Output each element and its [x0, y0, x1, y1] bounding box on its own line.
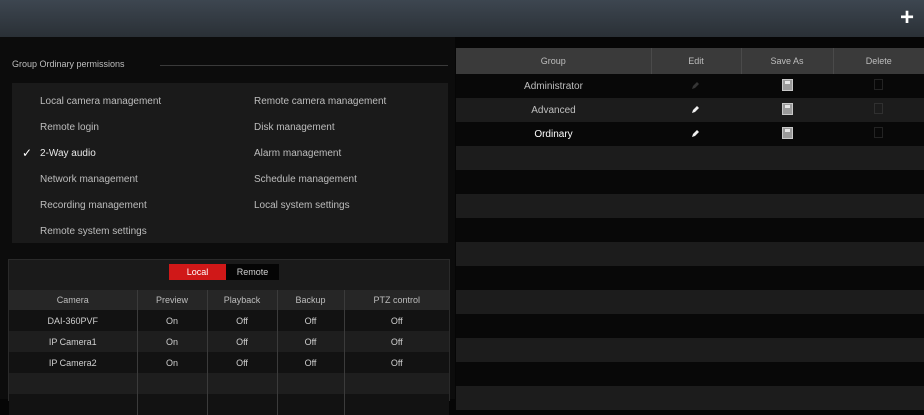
col-ptz-control[interactable]: PTZ control	[344, 290, 449, 310]
group-row-empty	[456, 338, 924, 362]
group-row-administrator[interactable]: Administrator	[456, 74, 924, 98]
col-playback[interactable]: Playback	[207, 290, 278, 310]
trash-icon[interactable]	[874, 103, 883, 114]
group-row-empty	[456, 146, 924, 170]
pencil-icon[interactable]	[692, 105, 700, 116]
group-row-empty	[456, 290, 924, 314]
preview-value[interactable]: On	[137, 310, 208, 331]
pencil-icon[interactable]	[692, 129, 700, 140]
table-row[interactable]: IP Camera1 On Off Off Off	[9, 331, 449, 352]
camera-permissions: Local Remote Camera Preview Playback Bac…	[8, 259, 450, 415]
ptz-value[interactable]: Off	[344, 352, 449, 373]
perm-2way-audio-label: 2-Way audio	[40, 148, 96, 159]
perm-network-management[interactable]: Network management	[40, 174, 138, 185]
preview-value[interactable]: On	[137, 352, 208, 373]
tab-local[interactable]: Local	[169, 264, 226, 280]
perm-alarm-management[interactable]: Alarm management	[254, 148, 341, 159]
permissions-title: Group Ordinary permissions	[12, 59, 125, 69]
perm-recording-management[interactable]: Recording management	[40, 200, 147, 211]
group-name[interactable]: Ordinary	[456, 122, 651, 146]
save-icon[interactable]	[781, 78, 793, 91]
group-name[interactable]: Administrator	[456, 74, 651, 98]
group-panel: Group Edit Save As Delete Administrator …	[456, 48, 924, 410]
perm-remote-login[interactable]: Remote login	[40, 122, 99, 133]
perm-disk-management[interactable]: Disk management	[254, 122, 335, 133]
col-preview[interactable]: Preview	[137, 290, 208, 310]
perm-schedule-management[interactable]: Schedule management	[254, 174, 357, 185]
group-row-empty	[456, 194, 924, 218]
top-toolbar: +	[0, 0, 924, 37]
col-backup[interactable]: Backup	[277, 290, 345, 310]
pencil-icon[interactable]	[692, 81, 700, 92]
group-row-empty	[456, 314, 924, 338]
playback-value[interactable]: Off	[207, 331, 278, 352]
playback-value[interactable]: Off	[207, 310, 278, 331]
perm-2way-audio[interactable]: ✓ 2-Way audio	[22, 146, 96, 160]
group-row-empty	[456, 242, 924, 266]
section-divider	[160, 65, 448, 66]
col-camera[interactable]: Camera	[9, 290, 138, 310]
perm-local-system-settings[interactable]: Local system settings	[254, 200, 350, 211]
backup-value[interactable]: Off	[277, 331, 345, 352]
group-row-ordinary[interactable]: Ordinary	[456, 122, 924, 146]
backup-value[interactable]: Off	[277, 352, 345, 373]
trash-icon[interactable]	[874, 79, 883, 90]
col-save-as[interactable]: Save As	[741, 48, 834, 74]
table-row[interactable]: IP Camera2 On Off Off Off	[9, 352, 449, 373]
group-row-empty	[456, 362, 924, 386]
add-group-button[interactable]: +	[900, 6, 914, 30]
preview-value[interactable]: On	[137, 331, 208, 352]
playback-value[interactable]: Off	[207, 352, 278, 373]
table-row[interactable]: DAI-360PVF On Off Off Off	[9, 310, 449, 331]
ptz-value[interactable]: Off	[344, 331, 449, 352]
perm-remote-camera-management[interactable]: Remote camera management	[254, 96, 386, 107]
col-edit[interactable]: Edit	[651, 48, 742, 74]
camera-name: IP Camera2	[9, 352, 138, 373]
group-row-empty	[456, 386, 924, 410]
backup-value[interactable]: Off	[277, 310, 345, 331]
perm-remote-system-settings[interactable]: Remote system settings	[40, 226, 147, 237]
group-row-empty	[456, 218, 924, 242]
table-row-empty	[9, 373, 449, 394]
camera-name: IP Camera1	[9, 331, 138, 352]
table-row-empty	[9, 394, 449, 415]
group-row-advanced[interactable]: Advanced	[456, 98, 924, 122]
camera-table-header: Camera Preview Playback Backup PTZ contr…	[9, 290, 449, 310]
col-delete[interactable]: Delete	[833, 48, 924, 74]
group-name[interactable]: Advanced	[456, 98, 651, 122]
group-table: Group Edit Save As Delete Administrator …	[456, 48, 924, 410]
ptz-value[interactable]: Off	[344, 310, 449, 331]
col-group[interactable]: Group	[456, 48, 652, 74]
group-table-header: Group Edit Save As Delete	[456, 48, 924, 74]
checkmark-icon: ✓	[22, 146, 33, 160]
trash-icon[interactable]	[874, 127, 883, 138]
permissions-panel: Group Ordinary permissions Local camera …	[0, 37, 455, 415]
group-row-empty	[456, 266, 924, 290]
camera-name: DAI-360PVF	[9, 310, 138, 331]
permission-list: Local camera management Remote camera ma…	[12, 83, 448, 243]
camera-table: Camera Preview Playback Backup PTZ contr…	[9, 290, 449, 415]
save-icon[interactable]	[781, 126, 793, 139]
perm-local-camera-management[interactable]: Local camera management	[40, 96, 161, 107]
group-row-empty	[456, 170, 924, 194]
save-icon[interactable]	[781, 102, 793, 115]
tab-remote[interactable]: Remote	[226, 264, 279, 280]
